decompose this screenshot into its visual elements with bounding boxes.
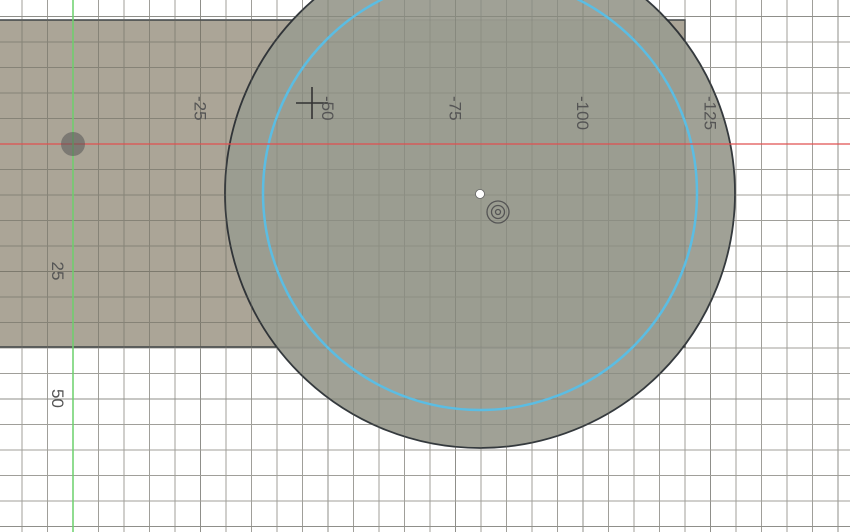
axis-label-x: -25 [191,96,210,121]
axis-label-y: 25 [48,262,67,281]
axis-label-y: 50 [48,389,67,408]
axis-label-x: -125 [701,96,720,130]
axis-label-x: -75 [446,96,465,121]
axis-label-x: -50 [318,96,337,121]
origin-icon[interactable] [61,132,85,156]
sketch-point-icon[interactable] [475,189,485,199]
sketch-canvas[interactable]: -25 -50 -75 -100 -125 25 50 [0,0,850,532]
axis-label-x: -100 [573,96,592,130]
viewport[interactable]: -25 -50 -75 -100 -125 25 50 [0,0,850,532]
